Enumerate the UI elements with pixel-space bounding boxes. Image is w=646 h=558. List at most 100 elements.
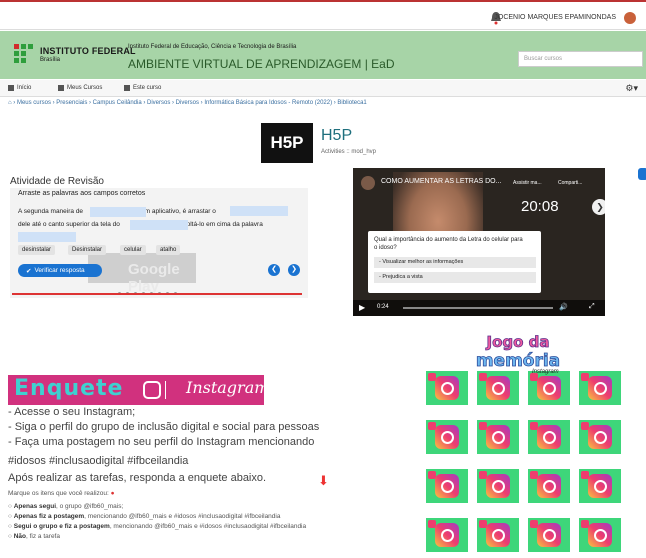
gear-icon[interactable]: ⚙▾ bbox=[625, 83, 638, 94]
institution-full-name: Instituto Federal de Educação, Ciência e… bbox=[128, 44, 297, 50]
draggable-word[interactable]: Desinstalar bbox=[68, 245, 107, 255]
top-bar: JOCENIO MARQUES EPAMINONDAS bbox=[0, 0, 646, 30]
institution-city: Brasília bbox=[40, 57, 61, 63]
memory-card[interactable] bbox=[528, 518, 570, 552]
memory-card[interactable] bbox=[579, 469, 621, 503]
share-button[interactable]: Comparti... bbox=[558, 180, 582, 186]
draggable-word[interactable]: celular bbox=[120, 245, 146, 255]
memory-card[interactable] bbox=[426, 518, 468, 552]
google-play-background: Google Play bbox=[88, 253, 196, 295]
interactive-question-overlay: Qual a importância do aumento da Letra d… bbox=[368, 231, 541, 293]
if-logo-icon[interactable] bbox=[14, 44, 36, 66]
memory-card[interactable] bbox=[579, 371, 621, 405]
h5p-logo: H5P bbox=[261, 123, 313, 163]
video-current-time: 0:24 bbox=[377, 304, 389, 310]
question-text: Qual a importância do aumento da Letra d… bbox=[374, 237, 523, 251]
answer-option[interactable]: - Prejudica a vista bbox=[374, 272, 536, 283]
breadcrumb[interactable]: ⌂ › Meus cursos › Presenciais › Campus C… bbox=[8, 100, 367, 106]
volume-icon[interactable]: 🔊 bbox=[559, 303, 568, 311]
instagram-icon bbox=[588, 474, 612, 498]
main-nav: Início Meus Cursos Este curso ⚙▾ bbox=[0, 80, 646, 97]
video-title[interactable]: COMO AUMENTAR AS LETRAS DO... bbox=[381, 178, 501, 185]
enquete-instruction: - Faça uma postagem no seu perfil do Ins… bbox=[8, 436, 315, 448]
enquete-word: Enquete bbox=[14, 376, 124, 401]
instagram-icon bbox=[435, 474, 459, 498]
instagram-icon bbox=[143, 381, 161, 399]
card-label: Instagram bbox=[532, 369, 559, 375]
channel-avatar[interactable] bbox=[361, 176, 375, 190]
arrow-down-icon: ⬇ bbox=[318, 473, 329, 488]
instagram-icon bbox=[435, 376, 459, 400]
home-icon bbox=[8, 85, 14, 91]
video-player[interactable]: COMO AUMENTAR AS LETRAS DO... Assistir m… bbox=[353, 168, 605, 316]
play-icon[interactable]: ▶ bbox=[359, 303, 365, 312]
instagram-icon bbox=[588, 523, 612, 547]
instagram-icon bbox=[435, 523, 459, 547]
instagram-icon bbox=[537, 376, 561, 400]
previous-slide-button[interactable]: ❮ bbox=[268, 264, 280, 276]
video-progress-bar[interactable] bbox=[403, 307, 553, 309]
memory-card[interactable] bbox=[426, 371, 468, 405]
memory-card[interactable] bbox=[477, 371, 519, 405]
drop-zone-2[interactable] bbox=[230, 206, 288, 216]
page-title: H5P bbox=[321, 127, 353, 144]
memory-card[interactable] bbox=[477, 469, 519, 503]
ava-title[interactable]: AMBIENTE VIRTUAL DE APRENDIZAGEM | EaD bbox=[128, 57, 395, 71]
instagram-icon bbox=[537, 523, 561, 547]
search-input[interactable]: Buscar cursos bbox=[518, 51, 643, 67]
enquete-hashtags: #idosos #inclusaodigital #ifbceilandia bbox=[8, 455, 189, 467]
instagram-word: Instagram bbox=[186, 378, 270, 397]
memory-card[interactable]: Instagram bbox=[528, 369, 570, 405]
poll-option[interactable]: ○ Apenas fiz a postagem, mencionando @if… bbox=[8, 513, 280, 520]
memory-card[interactable] bbox=[579, 518, 621, 552]
instagram-icon bbox=[588, 425, 612, 449]
enquete-call-to-action: Após realizar as tarefas, responda a enq… bbox=[8, 472, 267, 484]
nav-item-home[interactable]: Início bbox=[8, 85, 31, 91]
draggable-word[interactable]: atalho bbox=[156, 245, 181, 255]
instagram-icon bbox=[588, 376, 612, 400]
video-controls: ▶ 0:24 🔊 ⤢ bbox=[353, 300, 605, 316]
site-header: INSTITUTO FEDERAL Brasília Instituto Fed… bbox=[0, 31, 646, 79]
red-divider bbox=[12, 293, 302, 295]
enquete-banner: Enquete Instagram bbox=[8, 375, 269, 405]
enquete-instruction: - Siga o perfil do grupo de inclusão dig… bbox=[8, 421, 320, 433]
page-subtitle: Activities :: mod_hvp bbox=[321, 149, 377, 155]
video-overlay-time: 20:08 bbox=[521, 198, 559, 215]
verify-answer-button[interactable]: ✔ Verificar resposta bbox=[18, 264, 102, 277]
user-name[interactable]: JOCENIO MARQUES EPAMINONDAS bbox=[494, 14, 616, 21]
instagram-icon bbox=[435, 425, 459, 449]
fullscreen-icon[interactable]: ⤢ bbox=[589, 303, 595, 311]
drop-zone-1[interactable] bbox=[90, 207, 146, 217]
poll-option[interactable]: ○ Apenas segui, o grupo @ifb60_mais; bbox=[8, 503, 123, 510]
poll-option[interactable]: ○ Não, fiz a tarefa bbox=[8, 533, 60, 540]
memory-card[interactable] bbox=[528, 420, 570, 454]
memory-card[interactable] bbox=[426, 420, 468, 454]
nav-item-my-courses[interactable]: Meus Cursos bbox=[58, 85, 102, 91]
instagram-icon bbox=[486, 474, 510, 498]
instagram-icon bbox=[486, 425, 510, 449]
memory-card[interactable] bbox=[477, 420, 519, 454]
user-avatar[interactable] bbox=[624, 12, 636, 24]
answer-option[interactable]: - Visualizar melhor as informações bbox=[374, 257, 536, 268]
next-video-button[interactable]: ❯ bbox=[592, 199, 605, 215]
memory-card[interactable] bbox=[477, 518, 519, 552]
memory-card[interactable] bbox=[528, 469, 570, 503]
poll-question: Marque os itens que você realizou: ● bbox=[8, 490, 115, 497]
memory-card[interactable] bbox=[426, 469, 468, 503]
check-icon: ✔ bbox=[26, 267, 32, 275]
drag-words-activity: Google Play Arraste as palavras aos camp… bbox=[10, 188, 308, 298]
next-slide-button[interactable]: ❯ bbox=[288, 264, 300, 276]
memory-card[interactable] bbox=[579, 420, 621, 454]
instagram-icon bbox=[537, 474, 561, 498]
activity-instruction: Arraste as palavras aos campos corretos bbox=[18, 190, 146, 197]
drop-zone-3[interactable] bbox=[130, 220, 188, 230]
watch-later-button[interactable]: Assistir ma... bbox=[513, 180, 542, 186]
banner-divider bbox=[165, 381, 166, 399]
poll-option[interactable]: ○ Segui o grupo e fiz a postagem, mencio… bbox=[8, 523, 306, 530]
chat-badge-icon[interactable] bbox=[638, 168, 646, 180]
memory-game-title: Jogo da memória bbox=[475, 333, 560, 370]
sitemap-icon bbox=[124, 85, 130, 91]
drop-zone-4[interactable] bbox=[18, 232, 76, 242]
nav-item-this-course[interactable]: Este curso bbox=[124, 85, 161, 91]
draggable-word[interactable]: desinstalar bbox=[18, 245, 56, 255]
